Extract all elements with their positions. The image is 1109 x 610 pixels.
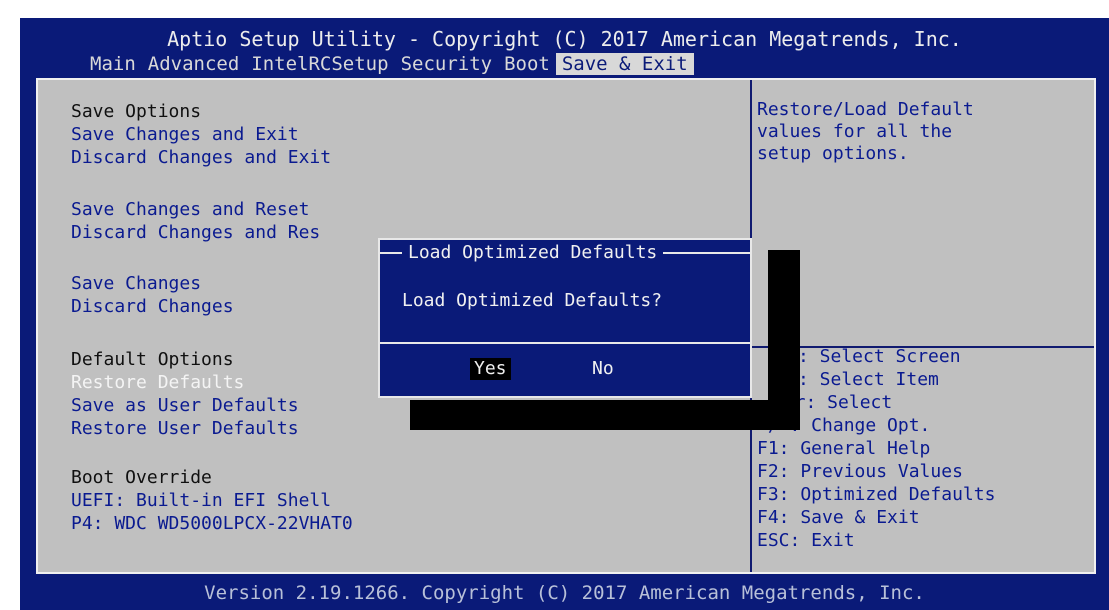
help-description-line: values for all the <box>757 121 953 142</box>
load-optimized-defaults-dialog: Load Optimized Defaults Load Optimized D… <box>378 238 752 398</box>
discard-changes-item[interactable]: Discard Changes <box>71 297 234 317</box>
dialog-title: Load Optimized Defaults <box>402 242 664 264</box>
dialog-shadow-bottom <box>410 400 800 430</box>
save-changes-and-reset-item[interactable]: Save Changes and Reset <box>71 200 309 220</box>
dialog-separator <box>380 342 750 344</box>
discard-changes-and-exit-item[interactable]: Discard Changes and Exit <box>71 148 331 168</box>
help-description-line: Restore/Load Default <box>757 99 974 120</box>
version-footer: Version 2.19.1266. Copyright (C) 2017 Am… <box>204 582 925 604</box>
yes-button[interactable]: Yes <box>470 358 511 380</box>
dialog-message: Load Optimized Defaults? <box>402 290 663 311</box>
save-options-header: Save Options <box>71 101 202 122</box>
app-title: Aptio Setup Utility - Copyright (C) 2017… <box>167 27 962 51</box>
help-key-esc-exit: ESC: Exit <box>757 530 855 551</box>
bios-screen: Aptio Setup Utility - Copyright (C) 2017… <box>20 18 1109 610</box>
tab-security[interactable]: Security <box>395 53 499 75</box>
help-description-line: setup options. <box>757 143 909 164</box>
no-button[interactable]: No <box>588 358 618 380</box>
tab-intelrcsetup[interactable]: IntelRCSetup <box>245 53 394 75</box>
restore-defaults-item[interactable]: Restore Defaults <box>71 373 244 393</box>
tab-boot[interactable]: Boot <box>498 53 556 75</box>
save-changes-item[interactable]: Save Changes <box>71 274 201 294</box>
boot-override-p4-disk[interactable]: P4: WDC WD5000LPCX-22VHAT0 <box>71 514 353 534</box>
boot-override-uefi-shell[interactable]: UEFI: Built-in EFI Shell <box>71 491 331 511</box>
help-key-save-exit: F4: Save & Exit <box>757 507 920 528</box>
save-changes-and-exit-item[interactable]: Save Changes and Exit <box>71 125 299 145</box>
save-as-user-defaults-item[interactable]: Save as User Defaults <box>71 396 299 416</box>
discard-changes-and-reset-item[interactable]: Discard Changes and Res <box>71 223 320 243</box>
help-key-select-item: : Select Item <box>798 369 939 390</box>
help-key-select-screen: : Select Screen <box>798 346 961 367</box>
menu-bar: Main Advanced IntelRCSetup Security Boot… <box>84 53 694 75</box>
tab-advanced[interactable]: Advanced <box>142 53 246 75</box>
restore-user-defaults-item[interactable]: Restore User Defaults <box>71 419 299 439</box>
tab-save-exit[interactable]: Save & Exit <box>555 53 694 75</box>
default-options-header: Default Options <box>71 349 234 370</box>
boot-override-header: Boot Override <box>71 467 212 488</box>
tab-main[interactable]: Main <box>84 53 142 75</box>
help-key-general-help: F1: General Help <box>757 438 931 459</box>
dialog-shadow-right <box>768 250 800 404</box>
help-key-previous-values: F2: Previous Values <box>757 461 963 482</box>
help-key-optimized-defaults: F3: Optimized Defaults <box>757 484 996 505</box>
